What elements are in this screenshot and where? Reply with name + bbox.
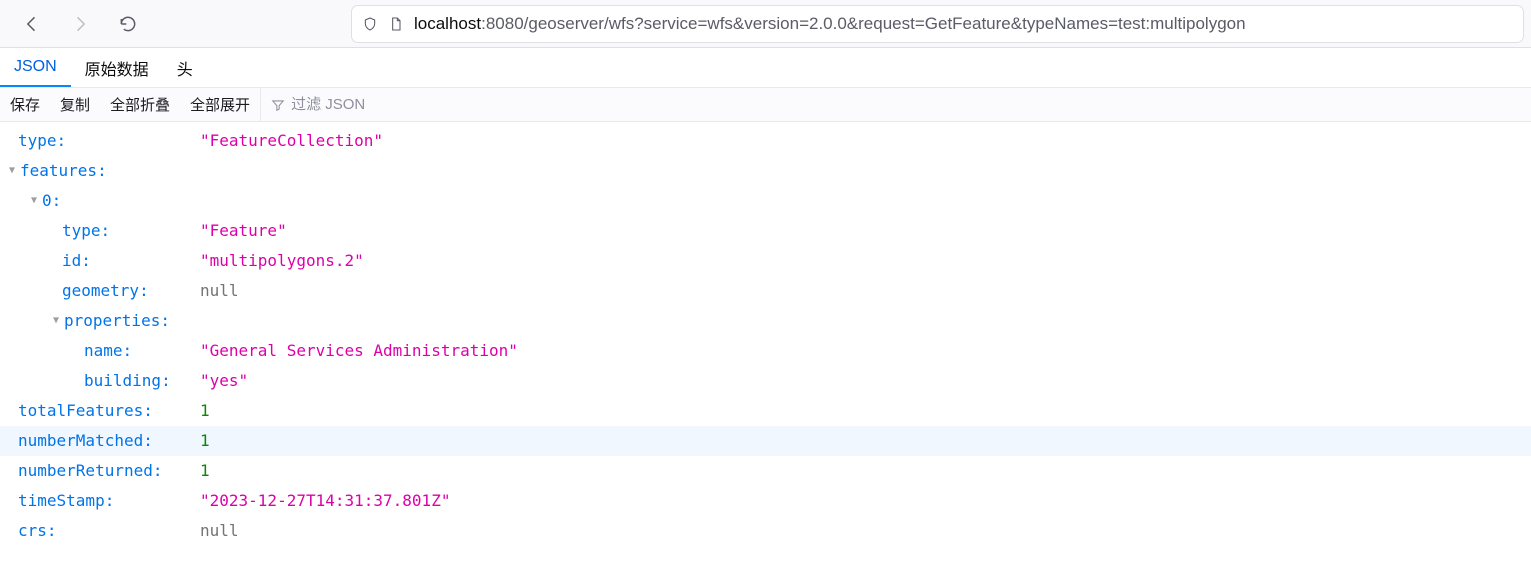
json-toolbar: 保存 复制 全部折叠 全部展开 <box>0 88 1531 122</box>
json-key: features <box>20 156 97 186</box>
json-key: type <box>62 221 101 240</box>
copy-button[interactable]: 复制 <box>50 88 100 121</box>
json-value: "General Services Administration" <box>200 336 518 366</box>
json-row-index0[interactable]: ▼0: <box>0 186 1531 216</box>
json-value: null <box>200 276 239 306</box>
json-tree: type: "FeatureCollection" ▼features: ▼0:… <box>0 122 1531 566</box>
json-value: "FeatureCollection" <box>200 126 383 156</box>
filter-input[interactable] <box>291 96 451 113</box>
tab-raw-data[interactable]: 原始数据 <box>71 48 163 87</box>
back-button[interactable] <box>16 8 48 40</box>
chevron-down-icon[interactable]: ▼ <box>50 306 62 336</box>
json-row-building[interactable]: building: "yes" <box>0 366 1531 396</box>
json-value: 1 <box>200 396 210 426</box>
json-row-type[interactable]: type: "FeatureCollection" <box>0 126 1531 156</box>
json-row-geometry[interactable]: geometry: null <box>0 276 1531 306</box>
json-key: crs <box>18 521 47 540</box>
json-row-numbermatched[interactable]: numberMatched: 1 <box>0 426 1531 456</box>
json-key: numberReturned <box>18 461 153 480</box>
tab-json[interactable]: JSON <box>0 48 71 87</box>
viewer-tabs: JSON 原始数据 头 <box>0 48 1531 88</box>
reload-icon <box>118 14 138 34</box>
back-icon <box>22 14 42 34</box>
forward-button <box>64 8 96 40</box>
chevron-down-icon[interactable]: ▼ <box>28 186 40 216</box>
json-key: totalFeatures <box>18 401 143 420</box>
json-row-timestamp[interactable]: timeStamp: "2023-12-27T14:31:37.801Z" <box>0 486 1531 516</box>
json-row-crs[interactable]: crs: null <box>0 516 1531 546</box>
json-row-properties[interactable]: ▼properties: <box>0 306 1531 336</box>
json-key: building <box>84 371 161 390</box>
json-key: id <box>62 251 81 270</box>
shield-icon[interactable] <box>362 16 378 32</box>
filter-icon <box>271 98 285 112</box>
page-icon[interactable] <box>388 16 404 32</box>
expand-all-button[interactable]: 全部展开 <box>180 88 260 121</box>
chevron-down-icon[interactable]: ▼ <box>6 156 18 186</box>
json-key: timeStamp <box>18 491 105 510</box>
json-value: null <box>200 516 239 546</box>
json-value: 1 <box>200 426 210 456</box>
json-value: "multipolygons.2" <box>200 246 364 276</box>
filter-wrap <box>260 88 461 121</box>
json-row-name[interactable]: name: "General Services Administration" <box>0 336 1531 366</box>
json-value: "Feature" <box>200 216 287 246</box>
json-value: "2023-12-27T14:31:37.801Z" <box>200 486 450 516</box>
json-key: type <box>18 131 57 150</box>
url-host: localhost <box>414 14 481 33</box>
json-value: "yes" <box>200 366 248 396</box>
json-key: numberMatched <box>18 431 143 450</box>
json-key: properties <box>64 306 160 336</box>
browser-toolbar: localhost:8080/geoserver/wfs?service=wfs… <box>0 0 1531 48</box>
json-key: 0 <box>42 186 52 216</box>
collapse-all-button[interactable]: 全部折叠 <box>100 88 180 121</box>
save-button[interactable]: 保存 <box>0 88 50 121</box>
tab-headers[interactable]: 头 <box>163 48 207 87</box>
url-rest: :8080/geoserver/wfs?service=wfs&version=… <box>481 14 1245 33</box>
json-key: name <box>84 341 123 360</box>
url-text: localhost:8080/geoserver/wfs?service=wfs… <box>414 14 1246 34</box>
json-row-numberreturned[interactable]: numberReturned: 1 <box>0 456 1531 486</box>
json-value: 1 <box>200 456 210 486</box>
reload-button[interactable] <box>112 8 144 40</box>
json-row-ftype[interactable]: type: "Feature" <box>0 216 1531 246</box>
nav-group <box>8 8 152 40</box>
url-bar[interactable]: localhost:8080/geoserver/wfs?service=wfs… <box>352 6 1523 42</box>
json-row-totalfeatures[interactable]: totalFeatures: 1 <box>0 396 1531 426</box>
json-row-features[interactable]: ▼features: <box>0 156 1531 186</box>
forward-icon <box>70 14 90 34</box>
json-row-fid[interactable]: id: "multipolygons.2" <box>0 246 1531 276</box>
json-key: geometry <box>62 281 139 300</box>
